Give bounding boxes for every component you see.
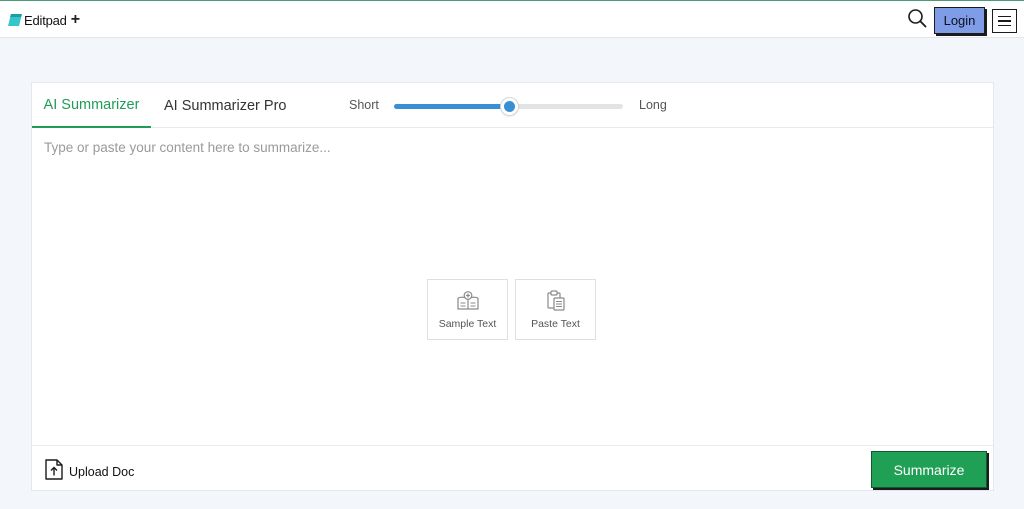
upload-file-icon [45,459,63,485]
paste-text-button[interactable]: Paste Text [515,279,596,340]
menu-button[interactable] [992,9,1017,33]
logo-plus: + [70,11,81,28]
length-slider-fill [394,104,509,109]
hamburger-icon-line [998,20,1011,22]
sample-text-button[interactable]: Sample Text [427,279,508,340]
hamburger-icon-line [998,15,1011,18]
slider-label-short: Short [349,98,379,112]
summarizer-card: AI Summarizer AI Summarizer Pro Short Lo… [31,82,994,491]
search-button[interactable] [906,8,928,33]
book-plus-icon [456,290,480,312]
logo-icon [8,14,22,26]
upload-doc-label: Upload Doc [69,465,135,479]
search-icon [907,8,927,33]
length-slider-thumb[interactable] [500,98,518,115]
clipboard-icon [545,289,567,312]
top-header: Editpad + Login [0,0,1024,38]
tab-ai-summarizer[interactable]: AI Summarizer [32,83,151,128]
tab-ai-summarizer-pro[interactable]: AI Summarizer Pro [164,83,286,128]
logo-text: Editpad [24,12,67,28]
length-slider[interactable] [394,98,623,115]
hamburger-icon-line [998,24,1011,27]
logo[interactable]: Editpad + [8,11,80,29]
login-button[interactable]: Login [934,7,985,34]
tab-bar: AI Summarizer AI Summarizer Pro Short Lo… [32,83,993,128]
slider-label-long: Long [639,98,667,112]
sample-text-label: Sample Text [438,317,497,330]
content-input[interactable] [32,129,993,444]
summarize-button[interactable]: Summarize [871,451,987,488]
upload-doc-button[interactable]: Upload Doc [45,459,134,485]
card-footer: Upload Doc Summarize [32,445,993,491]
paste-text-label: Paste Text [531,317,580,330]
